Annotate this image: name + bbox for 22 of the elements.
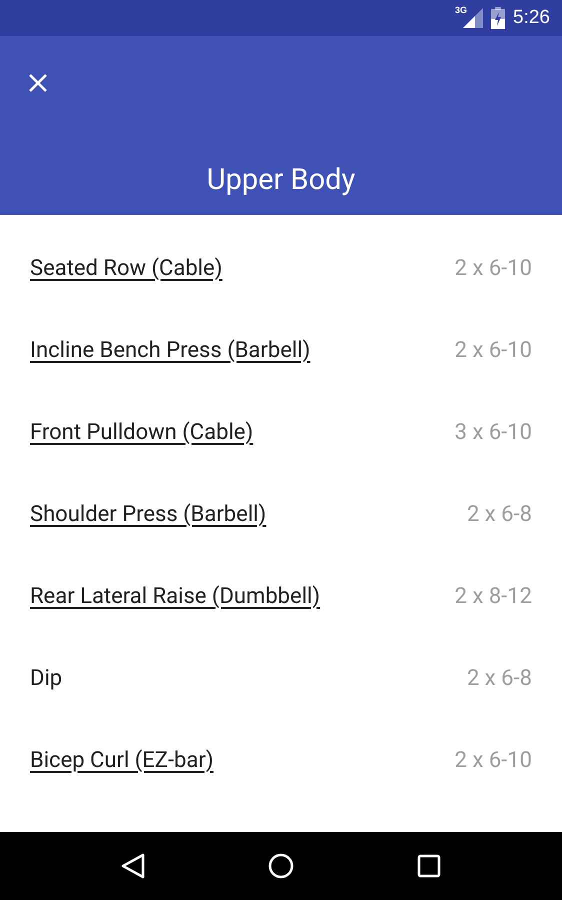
sets-reps: 2 x 6-10 [454,256,532,280]
sets-reps: 2 x 6-8 [466,666,532,690]
screen-title: Upper Body [206,163,356,197]
sets-reps: 2 x 8-12 [454,584,532,608]
recents-icon[interactable] [416,854,441,878]
exercise-link[interactable]: Rear Lateral Raise (Dumbbell) [30,584,320,608]
sets-reps: 2 x 6-10 [454,338,532,362]
exercise-link[interactable]: Seated Row (Cable) [30,256,222,280]
back-icon[interactable] [121,853,146,879]
exercise-link[interactable]: Shoulder Press (Barbell) [30,502,266,526]
sets-reps: 2 x 6-8 [466,502,532,526]
clock-time: 5:26 [513,7,550,29]
sets-reps: 3 x 6-10 [454,420,532,444]
network-type: 3G [455,6,468,15]
sets-reps: 2 x 6-10 [454,748,532,772]
home-icon[interactable] [268,853,294,879]
exercise-name: Dip [30,666,62,690]
close-icon [28,73,48,93]
exercise-link[interactable]: Incline Bench Press (Barbell) [30,338,310,362]
exercise-link[interactable]: Front Pulldown (Cable) [30,420,254,444]
battery-icon [491,7,506,29]
exercise-link[interactable]: Bicep Curl (EZ-bar) [30,748,214,772]
